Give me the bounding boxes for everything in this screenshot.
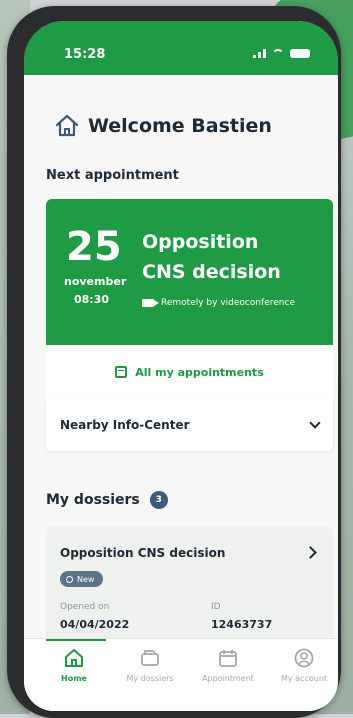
- wifi-icon: [272, 48, 284, 58]
- home-icon: [65, 649, 83, 667]
- phone-frame: 15:28 Welcome Bastien Next appointment 2…: [7, 6, 341, 718]
- dossiers-header: My dossiers 3: [46, 491, 168, 509]
- appointment-month: november: [64, 275, 127, 288]
- status-time: 15:28: [64, 47, 106, 62]
- appointment-card[interactable]: 25 november 08:30 Opposition CNS decisio…: [46, 199, 333, 345]
- appointment-title-line1: Opposition: [142, 231, 259, 253]
- clock-icon: [66, 575, 73, 583]
- tab-appointment[interactable]: Appointment: [196, 647, 260, 683]
- appointment-time: 08:30: [74, 293, 110, 306]
- tab-appointment-label: Appointment: [202, 674, 254, 683]
- dossier-id-label: ID: [211, 602, 221, 612]
- appointment-day: 25: [66, 224, 122, 270]
- bottom-tab-bar: Home My dossiers Appointment My account: [24, 638, 338, 711]
- battery-icon: [290, 48, 310, 58]
- tab-my-dossiers-label: My dossiers: [126, 674, 174, 683]
- calendar-icon: [219, 650, 237, 667]
- appointment-mode-label: Remotely by videoconference: [161, 298, 295, 308]
- appointment-title-line2: CNS decision: [142, 261, 281, 283]
- signal-icon: [253, 48, 266, 58]
- welcome-header: Welcome Bastien: [54, 113, 272, 139]
- next-appointment-title: Next appointment: [46, 168, 179, 183]
- dossier-title: Opposition CNS decision: [60, 546, 226, 560]
- nearby-info-center-dropdown[interactable]: Nearby Info-Center: [46, 399, 333, 451]
- dossiers-title: My dossiers: [46, 492, 140, 508]
- tab-my-account[interactable]: My account: [272, 647, 336, 683]
- all-appointments-label: All my appointments: [135, 365, 264, 379]
- status-bar: 15:28: [24, 21, 338, 75]
- folders-icon: [141, 650, 159, 666]
- dossier-card[interactable]: Opposition CNS decision New Opened on 04…: [46, 526, 333, 646]
- tab-my-dossiers[interactable]: My dossiers: [118, 647, 182, 683]
- dossiers-count-badge: 3: [149, 491, 168, 509]
- active-tab-indicator: [46, 639, 106, 641]
- account-icon: [294, 648, 314, 668]
- chevron-right-icon: [304, 546, 317, 559]
- app-screen: 15:28 Welcome Bastien Next appointment 2…: [24, 21, 338, 711]
- dossier-status-badge: New: [60, 571, 104, 587]
- tab-home-label: Home: [61, 674, 87, 683]
- home-outline-icon: [55, 114, 79, 137]
- opened-on-value: 04/04/2022: [60, 618, 130, 631]
- tab-my-account-label: My account: [280, 674, 328, 683]
- chevron-down-icon: [309, 417, 321, 429]
- status-icons: [253, 48, 310, 58]
- nearby-info-center-label: Nearby Info-Center: [60, 418, 190, 432]
- calendar-icon: [115, 366, 128, 378]
- welcome-title: Welcome Bastien: [88, 115, 272, 137]
- tab-home[interactable]: Home: [42, 647, 106, 683]
- appointment-mode: Remotely by videoconference: [142, 298, 295, 308]
- opened-on-label: Opened on: [60, 602, 110, 612]
- video-camera-icon: [142, 299, 159, 307]
- dossier-status-label: New: [77, 574, 95, 584]
- dossier-id-value: 12463737: [211, 618, 273, 631]
- all-appointments-link[interactable]: All my appointments: [46, 345, 333, 400]
